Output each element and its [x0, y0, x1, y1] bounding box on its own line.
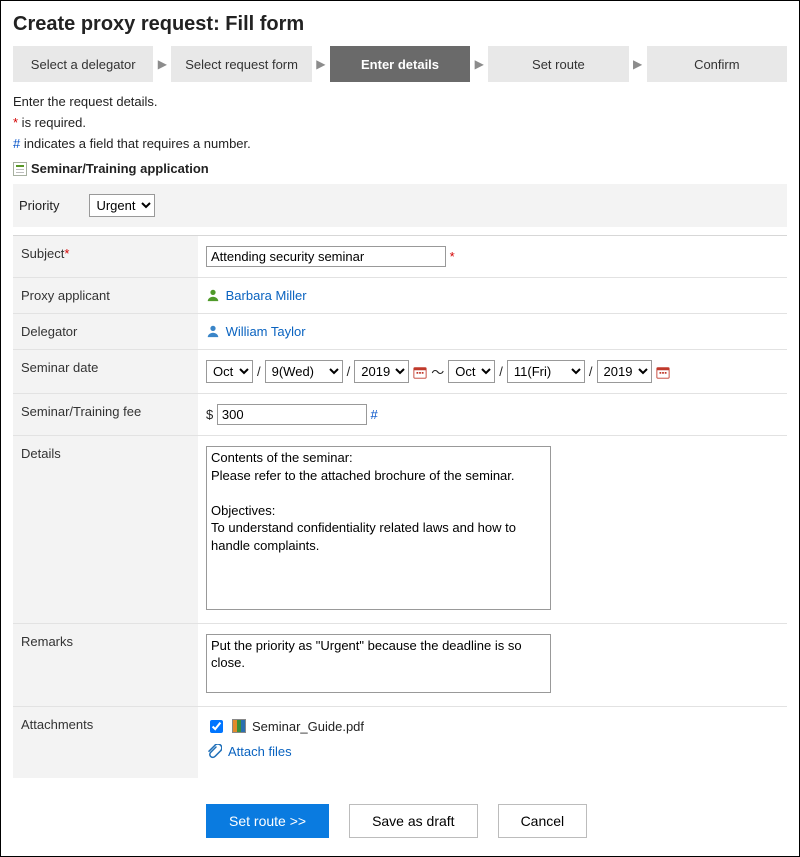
page-title: Create proxy request: Fill form [13, 13, 787, 36]
attachment-filename: Seminar_Guide.pdf [252, 719, 364, 734]
subject-label: Subject* [13, 236, 198, 278]
details-textarea[interactable] [206, 446, 551, 610]
step-set-route[interactable]: Set route [488, 46, 628, 82]
form-type-title: Seminar/Training application [13, 161, 787, 176]
user-icon [206, 324, 220, 338]
cancel-button[interactable]: Cancel [498, 804, 588, 838]
priority-select[interactable]: Urgent [89, 194, 155, 217]
step-confirm[interactable]: Confirm [647, 46, 787, 82]
number-note: # indicates a field that requires a numb… [13, 136, 787, 151]
slash: / [347, 364, 351, 379]
fee-input[interactable] [217, 404, 367, 425]
calendar-icon[interactable] [413, 365, 427, 379]
chevron-right-icon: ▶ [474, 57, 484, 71]
end-year-select[interactable]: 2019 [597, 360, 652, 383]
proxy-applicant-link[interactable]: Barbara Miller [226, 288, 307, 303]
wizard-steps: Select a delegator ▶ Select request form… [13, 46, 787, 82]
document-icon [232, 719, 246, 733]
number-marker: # [370, 407, 377, 422]
instructions-line: Enter the request details. [13, 94, 787, 109]
step-enter-details[interactable]: Enter details [330, 46, 470, 82]
end-day-select[interactable]: 11(Fri) [507, 360, 585, 383]
proxy-applicant-label: Proxy applicant [13, 278, 198, 314]
set-route-button[interactable]: Set route >> [206, 804, 329, 838]
chevron-right-icon: ▶ [316, 57, 326, 71]
slash: / [589, 364, 593, 379]
start-day-select[interactable]: 9(Wed) [265, 360, 343, 383]
range-separator: ～ [431, 362, 444, 381]
slash: / [257, 364, 261, 379]
notepad-icon [13, 162, 27, 176]
seminar-date-label: Seminar date [13, 350, 198, 394]
priority-label: Priority [19, 198, 59, 213]
step-select-request-form[interactable]: Select request form [171, 46, 311, 82]
details-label: Details [13, 436, 198, 624]
delegator-link[interactable]: William Taylor [226, 324, 306, 339]
delegator-label: Delegator [13, 314, 198, 350]
start-year-select[interactable]: 2019 [354, 360, 409, 383]
attachment-checkbox[interactable] [210, 720, 223, 733]
currency-symbol: $ [206, 407, 213, 422]
paperclip-icon [206, 744, 222, 760]
priority-row: Priority Urgent [13, 184, 787, 227]
start-month-select[interactable]: Oct [206, 360, 253, 383]
save-as-draft-button[interactable]: Save as draft [349, 804, 478, 838]
step-select-delegator[interactable]: Select a delegator [13, 46, 153, 82]
calendar-icon[interactable] [656, 365, 670, 379]
chevron-right-icon: ▶ [633, 57, 643, 71]
user-icon [206, 288, 220, 302]
subject-input[interactable] [206, 246, 446, 267]
end-month-select[interactable]: Oct [448, 360, 495, 383]
required-marker: * [450, 249, 455, 264]
required-note: * is required. [13, 115, 787, 130]
remarks-textarea[interactable] [206, 634, 551, 693]
slash: / [499, 364, 503, 379]
attachments-label: Attachments [13, 706, 198, 778]
attach-files-link[interactable]: Attach files [228, 744, 292, 759]
fee-label: Seminar/Training fee [13, 394, 198, 436]
remarks-label: Remarks [13, 623, 198, 706]
form-table: Subject* * Proxy applicant Barbara Mille… [13, 236, 787, 848]
chevron-right-icon: ▶ [157, 57, 167, 71]
